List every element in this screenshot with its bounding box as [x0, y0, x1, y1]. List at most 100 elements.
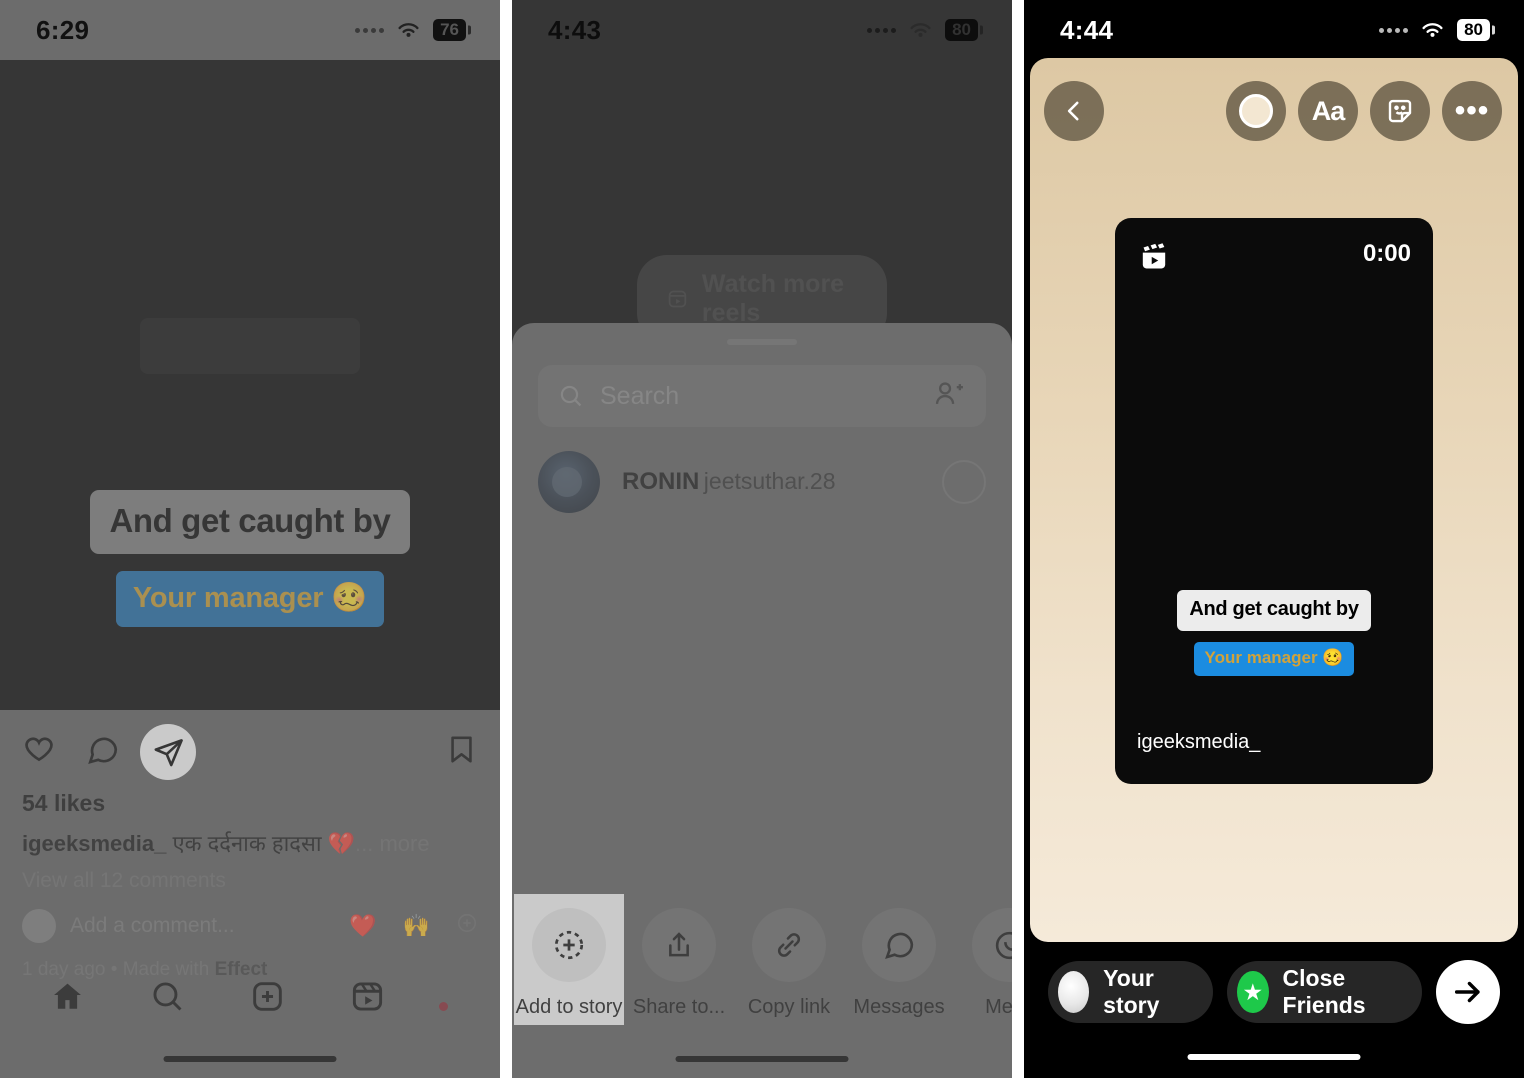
search-input[interactable]: Search	[538, 365, 986, 427]
overlay-text-line2: Your manager 🥴	[115, 571, 385, 627]
post-caption-text: एक दर्दनाक हादसा 💔	[172, 831, 356, 856]
share-action-copy-link[interactable]: Copy link	[734, 894, 844, 1019]
contact-name: RONIN	[622, 468, 700, 495]
reel-username: igeeksmedia_	[1137, 731, 1261, 753]
search-placeholder: Search	[600, 381, 680, 410]
overlay-text-line1: And get caught by	[1177, 590, 1371, 631]
status-time: 4:44	[1060, 14, 1114, 45]
status-indicators: 80	[1379, 19, 1490, 41]
color-swatch-icon	[1239, 94, 1273, 128]
panel-divider	[1012, 0, 1024, 1078]
post-author[interactable]: igeeksmedia_	[22, 831, 166, 856]
post-media: And get caught by Your manager 🥴	[0, 60, 500, 757]
reels-icon	[1142, 243, 1166, 269]
heart-icon[interactable]	[22, 733, 56, 772]
reel-card-header: 0:00	[1115, 218, 1433, 274]
search-icon	[560, 385, 582, 407]
add-to-story-icon	[532, 908, 606, 982]
reel-caption-overlays: And get caught by Your manager 🥴	[1115, 590, 1433, 676]
story-canvas: Aa ••• 0:00 And get caught by Your manag…	[1030, 58, 1518, 942]
tab-create[interactable]	[250, 979, 285, 1019]
signal-dots-icon	[867, 27, 897, 33]
status-indicators: 76	[355, 19, 466, 41]
heart-emoji[interactable]: ❤️	[349, 913, 376, 939]
sticker-smiley-icon	[1388, 99, 1412, 123]
share-bottom-sheet: Search RONIN jeetsuthar.28 Add to story …	[512, 323, 1012, 1078]
signal-dots-icon	[1379, 27, 1409, 33]
wifi-icon	[1422, 23, 1443, 37]
share-action-label: Share to...	[632, 996, 726, 1018]
avatar	[22, 908, 56, 943]
post-caption: igeeksmedia_ एक दर्दनाक हादसा 💔... more	[22, 829, 478, 859]
tab-reels[interactable]	[350, 979, 385, 1019]
home-indicator	[675, 1056, 849, 1062]
close-friends-star-icon: ★	[1237, 971, 1269, 1013]
share-up-icon	[642, 908, 716, 982]
select-circle[interactable]	[942, 460, 986, 504]
likes-count[interactable]: 54 likes	[22, 790, 478, 817]
post-action-row	[22, 710, 478, 780]
close-friends-label: Close Friends	[1282, 965, 1366, 1018]
reels-icon	[668, 290, 687, 308]
media-ghost-box	[140, 318, 360, 374]
share-actions-row: Add to story Share to... Copy link Messa…	[512, 894, 1012, 1026]
bottom-tab-bar	[0, 968, 500, 1030]
your-story-avatar	[1058, 971, 1090, 1013]
your-story-label: Your story	[1103, 965, 1160, 1018]
home-indicator	[163, 1056, 337, 1062]
status-time: 6:29	[36, 14, 90, 45]
share-action-add-to-story[interactable]: Add to story	[514, 894, 624, 1025]
share-action-whatsapp[interactable]: Mess	[954, 894, 1012, 1019]
your-story-button[interactable]: Your story	[1048, 961, 1214, 1023]
battery-indicator: 80	[1457, 19, 1490, 41]
add-people-icon[interactable]	[934, 379, 966, 414]
panel-instagram-post: And get caught by Your manager 🥴 6:29 76…	[0, 0, 500, 1078]
sticker-tool-button[interactable]	[1370, 81, 1430, 141]
watch-more-reels-label: Watch more reels	[701, 270, 845, 327]
raised-hands-emoji[interactable]: 🙌	[403, 913, 430, 939]
share-action-label: Copy link	[747, 996, 831, 1018]
overlay-text-line1: And get caught by	[90, 490, 410, 554]
color-picker-button[interactable]	[1226, 81, 1286, 141]
text-tool-button[interactable]: Aa	[1298, 81, 1358, 141]
bookmark-icon[interactable]	[445, 733, 478, 771]
list-item[interactable]: RONIN jeetsuthar.28	[538, 451, 986, 513]
story-reel-card[interactable]: 0:00 And get caught by Your manager 🥴 ig…	[1115, 218, 1433, 784]
sheet-grabber[interactable]	[727, 339, 797, 345]
home-indicator	[1187, 1054, 1361, 1060]
tab-search[interactable]	[150, 979, 185, 1019]
more-options-button[interactable]: •••	[1442, 81, 1502, 141]
quick-reactions: ❤️ 🙌	[349, 912, 478, 940]
contact-avatar	[538, 451, 600, 513]
caption-more-link[interactable]: ... more	[355, 831, 430, 856]
status-bar: 6:29 76	[0, 0, 500, 60]
editor-tools: Aa •••	[1226, 81, 1502, 141]
story-share-footer: Your story ★ Close Friends	[1024, 942, 1524, 1078]
view-comments-link[interactable]: View all 12 comments	[22, 869, 478, 893]
status-indicators: 80	[867, 19, 978, 41]
share-action-share-to[interactable]: Share to...	[624, 894, 734, 1019]
back-button[interactable]	[1044, 81, 1104, 141]
arrow-right-icon	[1454, 981, 1480, 1003]
add-comment-row[interactable]: Add a comment... ❤️ 🙌	[22, 908, 478, 943]
editor-toolbar: Aa •••	[1044, 76, 1502, 146]
share-action-label: Messages	[853, 996, 945, 1018]
add-sticker-icon[interactable]	[456, 912, 478, 940]
add-comment-input[interactable]: Add a comment...	[70, 914, 235, 938]
link-icon	[752, 908, 826, 982]
status-bar: 4:44 80	[1024, 0, 1524, 60]
next-button[interactable]	[1436, 960, 1500, 1024]
status-time: 4:43	[548, 14, 602, 45]
battery-indicator: 80	[945, 19, 978, 41]
tab-home[interactable]	[50, 979, 85, 1019]
reel-duration: 0:00	[1362, 240, 1411, 267]
contact-handle: jeetsuthar.28	[703, 468, 836, 494]
panel-story-editor: Aa ••• 0:00 And get caught by Your manag…	[1024, 0, 1524, 1078]
share-action-messages[interactable]: Messages	[844, 894, 954, 1019]
overlay-text-line2: Your manager 🥴	[1193, 642, 1355, 676]
comment-icon[interactable]	[86, 733, 120, 772]
close-friends-button[interactable]: ★ Close Friends	[1227, 961, 1422, 1023]
share-paperplane-icon[interactable]	[140, 724, 196, 780]
more-dots-icon: •••	[1454, 94, 1490, 127]
post-footer: 54 likes igeeksmedia_ एक दर्दनाक हादसा 💔…	[0, 710, 500, 1078]
